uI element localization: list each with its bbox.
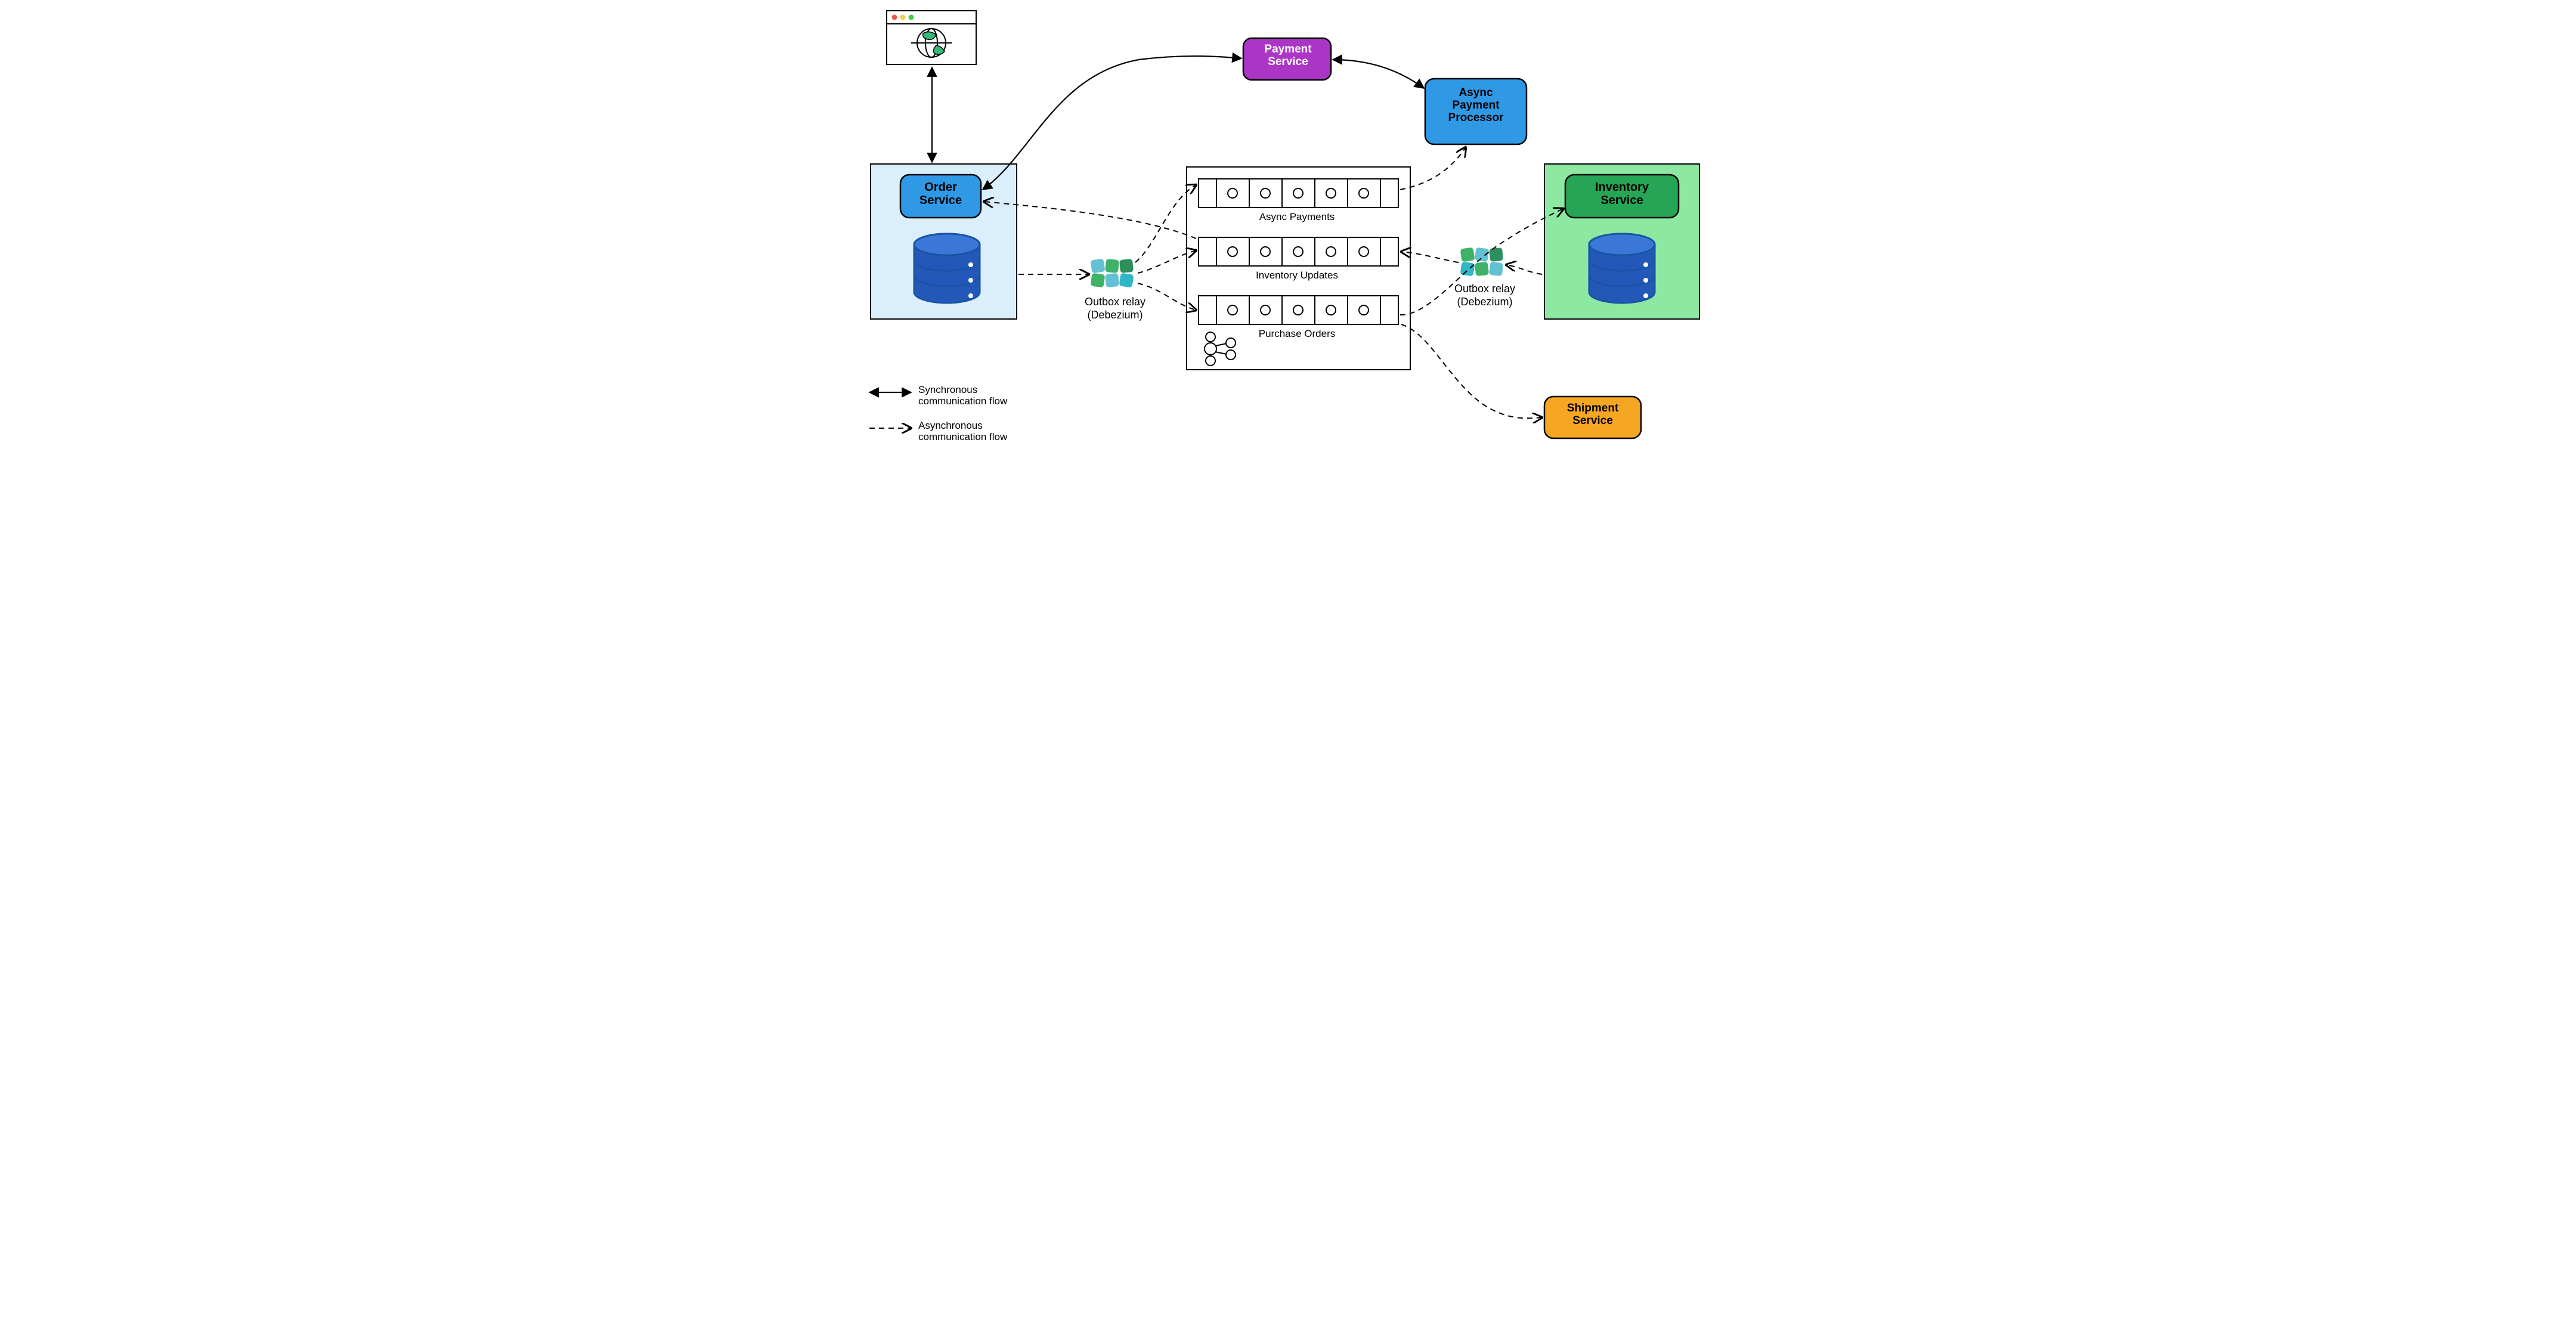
topic-purchase-orders <box>1199 296 1398 324</box>
payment-service-label: PaymentService <box>1246 44 1330 69</box>
order-db-icon <box>914 234 980 303</box>
diagram-canvas: OrderService PaymentService AsyncPayment… <box>853 0 1723 453</box>
topic-label-2: Inventory Updates <box>1234 270 1360 281</box>
order-service-label: OrderService <box>903 181 978 207</box>
inventory-service-label: InventoryService <box>1568 181 1676 207</box>
topic-label-3: Purchase Orders <box>1234 328 1360 340</box>
inventory-db-icon <box>1589 234 1655 303</box>
debezium-icon-left <box>1091 259 1134 288</box>
async-payment-processor-label: AsyncPaymentProcessor <box>1428 87 1524 125</box>
legend-async-label: Asynchronouscommunication flow <box>918 420 1007 442</box>
legend-sync-label: Synchronouscommunication flow <box>918 385 1007 407</box>
arrow-po-shipment-async <box>1401 324 1542 418</box>
topic-label-1: Async Payments <box>1234 211 1360 223</box>
topic-inventory-updates <box>1199 237 1398 266</box>
browser-icon <box>887 11 976 64</box>
topic-async-payments <box>1199 179 1398 208</box>
outbox-relay-left-label: Outbox relay(Debezium) <box>1067 296 1163 321</box>
outbox-relay-right-label: Outbox relay(Debezium) <box>1437 283 1532 308</box>
shipment-service-label: ShipmentService <box>1547 403 1638 428</box>
arrow-invdb-debeziumR-async <box>1506 265 1542 274</box>
arrow-payment-asyncproc-sync <box>1333 60 1424 88</box>
